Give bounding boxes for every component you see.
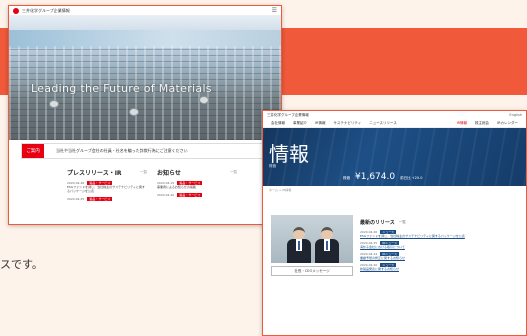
hero-image: Leading the Future of Materials [9, 16, 281, 140]
hero-subtitle: 株価 [269, 164, 276, 168]
releases-heading-text: 最新のリリース [360, 220, 395, 226]
item-date: 2024.04.25 [67, 197, 85, 201]
nav-item[interactable]: 会社情報 [271, 121, 285, 126]
list-item[interactable]: 2024.04.20 製品・サービス [157, 193, 237, 197]
hero-title: Leading the Future of Materials [31, 82, 212, 95]
nav-item[interactable]: IR情報 [457, 121, 467, 126]
list-item[interactable]: 2024.04.25 IRニュース 海外子会社における取引について [360, 241, 520, 249]
press-heading: プレスリリース・IR 一覧 [67, 168, 147, 177]
news-heading: お知らせ 一覧 [157, 168, 237, 177]
ir-window: 三井化学グループ企業情報 English 会社情報 事業紹介 IR情報 サステナ… [262, 110, 527, 336]
item-link[interactable]: 業績予想の修正に関するお知らせ [360, 256, 520, 260]
press-column: プレスリリース・IR 一覧 2024.04.26 製品・サービス ESGファンド… [67, 168, 147, 205]
news-more-link[interactable]: 一覧 [230, 170, 237, 175]
item-tag: 製品・サービス [177, 193, 203, 197]
item-date: 2024.04.20 [157, 193, 175, 197]
item-text: 事業者によるお知らせの掲載 [157, 185, 196, 189]
nav-item[interactable]: 株主総会 [475, 121, 489, 126]
ir-hero: 情報 株価 株価 ¥1,674.0 前日比 +20.0 [263, 128, 526, 186]
executives-photo [271, 215, 353, 263]
homepage-header: 三井化学グループ企業情報 ☰ [9, 6, 281, 16]
tank-shape [49, 100, 59, 108]
ir-top-bar: 三井化学グループ企業情報 English [263, 111, 526, 119]
list-item[interactable]: 2024.04.24 IRニュース 業績予想の修正に関するお知らせ [360, 252, 520, 260]
price-change: 前日比 +20.0 [400, 176, 423, 180]
ceo-message-button[interactable]: 社長・CEOメッセージ [271, 266, 353, 276]
stock-price: ¥1,674.0 [355, 172, 396, 182]
nav-item[interactable]: ニュースリリース [369, 121, 397, 126]
list-item[interactable]: 2024.04.26 製品・サービス ESGファンドを通じ、当社株主のサステナビ… [67, 181, 147, 193]
tank-shape [199, 96, 209, 104]
list-item[interactable]: 2024.04.20 ニュース 新製品発表に関するお知らせ [360, 263, 520, 271]
notice-text: 当社や当社グループ会社の社員・社名を騙った詐欺行為にご注意ください [56, 148, 188, 153]
menu-icon[interactable]: ☰ [272, 7, 277, 14]
hero-title: 情報 [269, 142, 309, 166]
site-name[interactable]: 三井化学グループ企業情報 [267, 113, 309, 118]
list-item[interactable]: 2024.04.25 製品・サービス [67, 197, 147, 201]
nav-item[interactable]: サステナビリティ [333, 121, 361, 126]
item-link[interactable]: 新製品発表に関するお知らせ [360, 267, 520, 271]
press-heading-text: プレスリリース・IR [67, 170, 122, 177]
releases-heading: 最新のリリース 一覧 [360, 219, 520, 226]
item-text: ESGファンドを通じ、当社株主のサステナビリティに関するパッケージを公表 [67, 185, 145, 193]
item-link[interactable]: ESGファンドを通じ、当社株主のサステナビリティに関するパッケージを公表 [360, 234, 520, 238]
language-link[interactable]: English [509, 113, 522, 117]
global-nav: 会社情報 事業紹介 IR情報 サステナビリティ ニュースリリース IR情報 株主… [263, 119, 526, 128]
nav-item[interactable]: 事業紹介 [293, 121, 307, 126]
person-figure [287, 227, 311, 263]
notice-tag: ご案内 [22, 144, 44, 158]
price-label: 株価 [343, 176, 350, 180]
nav-right: IR情報 株主総会 IRカレンダー [457, 121, 518, 126]
notice-bar[interactable]: ご案内 当社や当社グループ会社の社員・社名を騙った詐欺行為にご注意ください › [21, 143, 271, 159]
latest-releases: 最新のリリース 一覧 2024.04.26 ニュース ESGファンドを通じ、当社… [360, 219, 520, 274]
releases-more-link[interactable]: 一覧 [399, 220, 406, 225]
company-logo-icon[interactable] [13, 7, 19, 14]
background-text: スです。 [0, 258, 43, 271]
news-columns: プレスリリース・IR 一覧 2024.04.26 製品・サービス ESGファンド… [67, 168, 237, 205]
item-tag: 製品・サービス [87, 197, 113, 201]
item-link[interactable]: 海外子会社における取引について [360, 245, 520, 249]
news-column: お知らせ 一覧 2024.04.15 製品・サービス 事業者によるお知らせの掲載… [157, 168, 237, 205]
tank-shape [129, 108, 139, 116]
breadcrumb[interactable]: ホーム > IR情報 [263, 186, 526, 194]
news-heading-text: お知らせ [157, 170, 181, 177]
nav-item[interactable]: IR情報 [315, 121, 325, 126]
homepage-window: 三井化学グループ企業情報 ☰ Leading the Future of Mat… [8, 5, 282, 225]
stock-ticker: 株価 ¥1,674.0 前日比 +20.0 [343, 172, 422, 182]
site-name[interactable]: 三井化学グループ企業情報 [22, 8, 70, 14]
press-more-link[interactable]: 一覧 [140, 170, 147, 175]
list-item[interactable]: 2024.04.26 ニュース ESGファンドを通じ、当社株主のサステナビリティ… [360, 230, 520, 238]
person-figure [315, 227, 339, 263]
list-item[interactable]: 2024.04.15 製品・サービス 事業者によるお知らせの掲載 [157, 181, 237, 189]
nav-item[interactable]: IRカレンダー [497, 121, 518, 126]
